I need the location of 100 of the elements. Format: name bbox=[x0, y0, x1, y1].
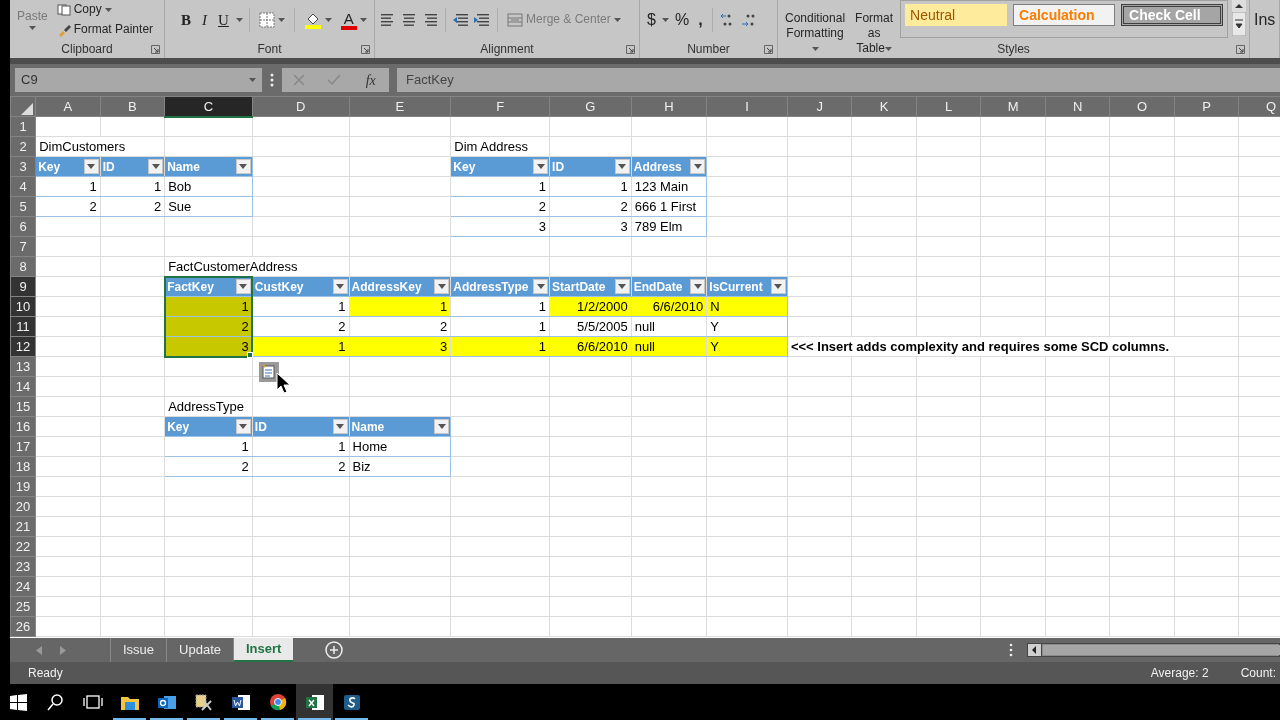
capture-app-icon[interactable] bbox=[341, 693, 362, 711]
row-header[interactable]: 20 bbox=[10, 496, 36, 517]
row-header[interactable]: 12 bbox=[10, 336, 36, 357]
filter-button[interactable] bbox=[690, 159, 706, 174]
filter-button[interactable] bbox=[148, 159, 164, 174]
filter-button[interactable] bbox=[533, 159, 549, 174]
grip-icon[interactable] bbox=[270, 73, 274, 87]
row-header[interactable]: 15 bbox=[10, 396, 36, 417]
sheet-tab[interactable]: Insert bbox=[233, 638, 294, 662]
add-sheet-icon[interactable] bbox=[325, 641, 344, 659]
row-header[interactable]: 11 bbox=[10, 316, 36, 337]
filter-button[interactable] bbox=[83, 159, 99, 174]
column-header[interactable]: H bbox=[631, 96, 707, 117]
filter-button[interactable] bbox=[332, 419, 348, 434]
row-header[interactable]: 25 bbox=[10, 596, 36, 617]
column-header[interactable]: M bbox=[980, 96, 1046, 117]
filter-button[interactable] bbox=[770, 279, 786, 294]
row-header[interactable]: 10 bbox=[10, 296, 36, 317]
enter-check-icon[interactable] bbox=[327, 74, 342, 86]
row-header[interactable]: 19 bbox=[10, 476, 36, 497]
filter-button[interactable] bbox=[614, 279, 630, 294]
filter-button[interactable] bbox=[235, 279, 251, 294]
row-header[interactable]: 1 bbox=[10, 116, 36, 137]
formula-input[interactable]: FactKey bbox=[397, 68, 1280, 92]
search-icon[interactable] bbox=[45, 693, 66, 711]
filter-button[interactable] bbox=[235, 159, 251, 174]
row-header[interactable]: 22 bbox=[10, 536, 36, 557]
percent-button[interactable]: % bbox=[671, 10, 693, 30]
row-header[interactable]: 3 bbox=[10, 156, 36, 177]
column-header[interactable]: P bbox=[1174, 96, 1239, 117]
column-header[interactable]: B bbox=[100, 96, 165, 117]
horizontal-scrollbar[interactable] bbox=[1027, 643, 1280, 657]
document-app-icon[interactable] bbox=[230, 693, 251, 711]
row-header[interactable]: 2 bbox=[10, 136, 36, 157]
dialog-launcher-icon[interactable] bbox=[151, 44, 160, 54]
row-header[interactable]: 16 bbox=[10, 416, 36, 437]
select-all-button[interactable] bbox=[10, 96, 36, 117]
dialog-launcher-icon[interactable] bbox=[1236, 44, 1245, 54]
align-center-icon[interactable] bbox=[400, 12, 418, 28]
filter-button[interactable] bbox=[690, 279, 706, 294]
start-icon[interactable] bbox=[8, 693, 29, 711]
row-header[interactable]: 6 bbox=[10, 216, 36, 237]
row-header[interactable]: 18 bbox=[10, 456, 36, 477]
column-header[interactable]: J bbox=[787, 96, 852, 117]
row-header[interactable]: 23 bbox=[10, 556, 36, 577]
column-header[interactable]: A bbox=[35, 96, 101, 117]
column-header[interactable]: I bbox=[706, 96, 788, 117]
filter-button[interactable] bbox=[434, 279, 450, 294]
spreadsheet-app-icon[interactable] bbox=[304, 693, 325, 711]
cell-style-button[interactable]: Neutral bbox=[905, 4, 1008, 26]
row-header[interactable]: 21 bbox=[10, 516, 36, 537]
currency-button[interactable]: $ bbox=[644, 10, 659, 30]
dialog-launcher-icon[interactable] bbox=[764, 44, 773, 54]
row-header[interactable]: 14 bbox=[10, 376, 36, 397]
row-header[interactable]: 17 bbox=[10, 436, 36, 457]
filter-button[interactable] bbox=[614, 159, 630, 174]
column-header[interactable]: Q bbox=[1238, 96, 1280, 117]
cell-style-button[interactable]: Check Cell bbox=[1121, 4, 1224, 26]
taskbar-button[interactable] bbox=[296, 684, 333, 720]
more-styles-icon[interactable] bbox=[1232, 12, 1247, 36]
italic-button[interactable]: I bbox=[198, 10, 211, 30]
bold-button[interactable]: B bbox=[177, 10, 195, 30]
row-header[interactable]: 4 bbox=[10, 176, 36, 197]
format-as-table-button[interactable]: Format as Table bbox=[852, 10, 897, 57]
comma-style-button[interactable]: , bbox=[695, 10, 706, 30]
underline-button[interactable]: U bbox=[214, 10, 233, 30]
filter-button[interactable] bbox=[434, 419, 450, 434]
column-header[interactable]: C bbox=[164, 96, 253, 117]
row-header[interactable]: 7 bbox=[10, 236, 36, 257]
browser-icon[interactable] bbox=[267, 693, 288, 711]
insert-function-button[interactable]: fx bbox=[363, 69, 378, 91]
column-header[interactable]: O bbox=[1109, 96, 1175, 117]
dialog-launcher-icon[interactable] bbox=[361, 44, 370, 54]
splitter-grip-icon[interactable] bbox=[1009, 643, 1013, 657]
tools-icon[interactable] bbox=[193, 693, 214, 711]
row-header[interactable]: 9 bbox=[10, 276, 36, 297]
filter-button[interactable] bbox=[533, 279, 549, 294]
row-header[interactable]: 26 bbox=[10, 616, 36, 637]
paste-options-icon[interactable] bbox=[259, 361, 280, 382]
column-header[interactable]: K bbox=[851, 96, 917, 117]
mail-app-icon[interactable] bbox=[156, 693, 177, 711]
filter-button[interactable] bbox=[235, 419, 251, 434]
increase-indent-icon[interactable] bbox=[473, 12, 491, 28]
dialog-launcher-icon[interactable] bbox=[626, 44, 635, 54]
filter-button[interactable] bbox=[332, 279, 348, 294]
name-box[interactable]: C9 bbox=[15, 68, 262, 92]
format-painter-button[interactable]: Format Painter bbox=[53, 21, 157, 38]
column-header[interactable]: D bbox=[252, 96, 350, 117]
column-header[interactable]: E bbox=[349, 96, 451, 117]
scroll-up-icon[interactable] bbox=[1232, 0, 1247, 12]
conditional-formatting-button[interactable]: Conditional Formatting bbox=[782, 10, 849, 57]
row-header[interactable]: 8 bbox=[10, 256, 36, 277]
row-header[interactable]: 5 bbox=[10, 196, 36, 217]
column-header[interactable]: N bbox=[1045, 96, 1110, 117]
column-header[interactable]: L bbox=[916, 96, 981, 117]
row-header[interactable]: 13 bbox=[10, 356, 36, 377]
insert-button[interactable]: Ins bbox=[1254, 8, 1276, 32]
row-header[interactable]: 24 bbox=[10, 576, 36, 597]
font-color-button[interactable]: A bbox=[337, 9, 370, 31]
column-header[interactable]: F bbox=[450, 96, 550, 117]
